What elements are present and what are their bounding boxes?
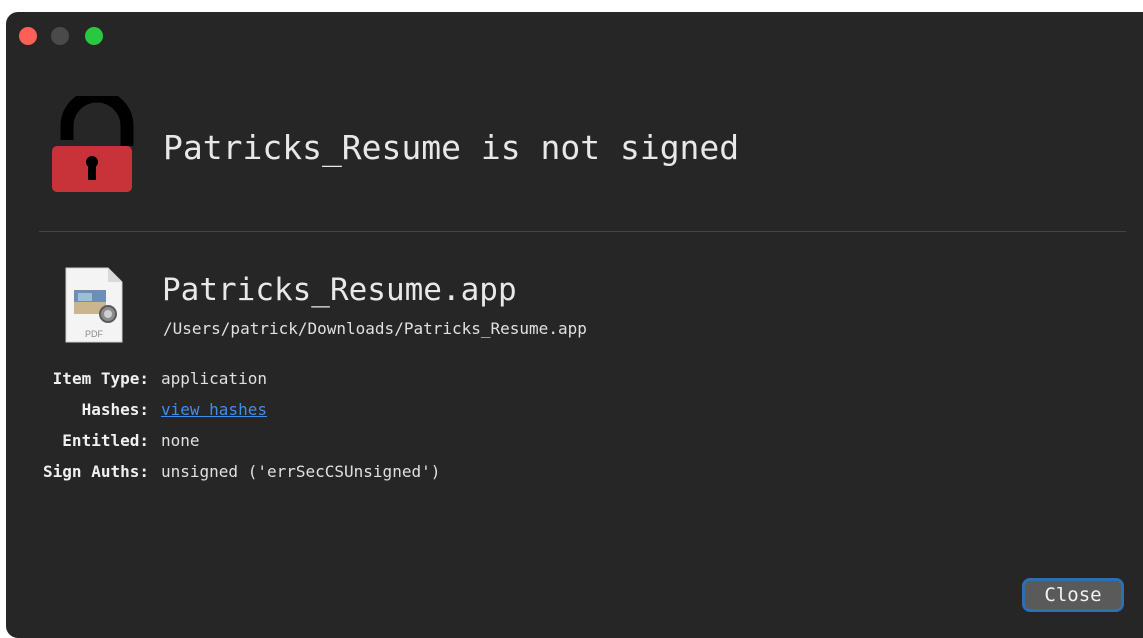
minimize-window-icon[interactable] xyxy=(51,27,69,45)
file-name: Patricks_Resume.app xyxy=(162,272,517,308)
page-title: Patricks_Resume is not signed xyxy=(163,128,740,167)
unlocked-padlock-icon xyxy=(52,96,134,192)
detail-label: Item Type: xyxy=(52,369,149,388)
signature-info-window: Patricks_Resume is not signed PDF Patric… xyxy=(6,12,1143,638)
close-button[interactable]: Close xyxy=(1022,578,1124,612)
detail-label: Entitled: xyxy=(62,431,149,450)
detail-row-hashes: Hashes: view hashes xyxy=(6,400,706,431)
detail-label: Sign Auths: xyxy=(43,462,149,481)
detail-value: none xyxy=(161,431,200,450)
detail-row-item-type: Item Type: application xyxy=(6,369,706,400)
divider xyxy=(39,231,1126,232)
details-list: Item Type: application Hashes: view hash… xyxy=(6,369,706,493)
view-hashes-link[interactable]: view hashes xyxy=(161,400,267,419)
file-path: /Users/patrick/Downloads/Patricks_Resume… xyxy=(163,319,587,338)
detail-label: Hashes: xyxy=(81,400,149,419)
pdf-icon-caption: PDF xyxy=(85,329,104,339)
detail-row-entitled: Entitled: none xyxy=(6,431,706,462)
detail-value: unsigned ('errSecCSUnsigned') xyxy=(161,462,441,481)
detail-row-sign-auths: Sign Auths: unsigned ('errSecCSUnsigned'… xyxy=(6,462,706,493)
pdf-document-icon: PDF xyxy=(65,267,123,343)
detail-value: application xyxy=(161,369,267,388)
close-window-icon[interactable] xyxy=(19,27,37,45)
zoom-window-icon[interactable] xyxy=(85,27,103,45)
